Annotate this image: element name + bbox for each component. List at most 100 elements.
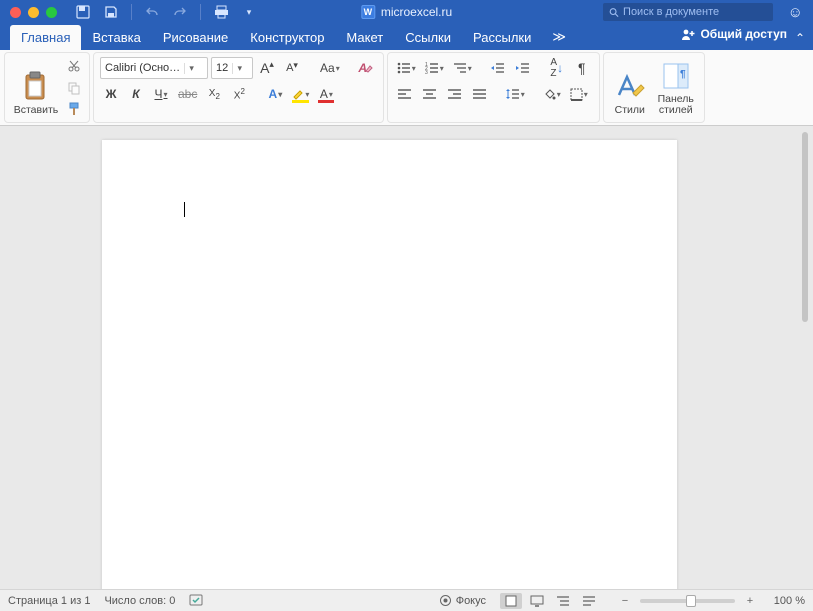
tabs-overflow-button[interactable]: ≫ [542,24,576,50]
focus-target-icon [439,594,452,607]
undo-icon[interactable] [144,4,160,20]
font-color-button[interactable]: A▾ [315,83,337,105]
tab-design[interactable]: Конструктор [239,25,335,50]
status-page[interactable]: Страница 1 из 1 [8,595,90,607]
increase-indent-button[interactable] [512,57,534,79]
outline-view-button[interactable] [552,593,574,609]
pilcrow-label: ¶ [578,60,586,76]
decrease-indent-button[interactable] [487,57,509,79]
styles-icon [615,69,645,105]
bullet-list-icon [397,62,411,74]
print-icon[interactable] [213,4,229,20]
copy-icon [67,81,81,95]
grow-font-button[interactable]: A▴ [256,57,278,79]
tab-mailings[interactable]: Рассылки [462,25,542,50]
numbering-button[interactable]: 123▾ [422,57,447,79]
borders-button[interactable]: ▾ [567,83,591,105]
paste-label: Вставить [14,105,59,117]
chevron-down-icon: ▾ [184,63,198,74]
tab-references[interactable]: Ссылки [394,25,462,50]
italic-button[interactable]: К [125,83,147,105]
search-box[interactable] [603,3,773,21]
font-name-value: Calibri (Осно… [101,62,184,74]
vertical-scrollbar[interactable] [799,132,811,583]
bullets-button[interactable]: ▾ [394,57,419,79]
status-spellcheck[interactable] [189,594,205,608]
borders-icon [570,88,583,101]
paste-button[interactable]: Вставить [9,56,63,119]
status-focus[interactable]: Фокус [439,594,486,607]
qat-chevron-icon[interactable]: ▾ [241,4,257,20]
print-layout-view-button[interactable] [500,593,522,609]
subscript-button[interactable]: X2 [203,83,225,105]
scrollbar-thumb[interactable] [802,132,808,322]
multilevel-list-icon [453,62,467,74]
font-size-combo[interactable]: 12▾ [211,57,253,79]
tab-draw[interactable]: Рисование [152,25,239,50]
strikethrough-button[interactable]: abc [175,83,200,105]
bold-button[interactable]: Ж [100,83,122,105]
web-layout-view-button[interactable] [526,593,548,609]
align-left-button[interactable] [394,83,416,105]
zoom-level-label[interactable]: 100 % [765,595,805,607]
copy-button[interactable] [63,78,85,98]
status-bar: Страница 1 из 1 Число слов: 0 Фокус − + … [0,589,813,611]
group-font: Calibri (Осно…▾ 12▾ A▴ A▾ Aa▾ A Ж К Ч▾ a… [93,52,384,123]
close-window-button[interactable] [10,7,21,18]
document-title: W microexcel.ru [361,5,452,19]
font-size-value: 12 [212,62,232,74]
show-hide-marks-button[interactable]: ¶ [571,57,593,79]
multilevel-list-button[interactable]: ▾ [450,57,475,79]
cut-button[interactable] [63,56,85,76]
text-effects-label: A [269,87,278,101]
save-icon[interactable] [103,4,119,20]
superscript-button[interactable]: X2 [228,83,250,105]
justify-button[interactable] [469,83,491,105]
feedback-smiley-icon[interactable]: ☺ [788,4,803,21]
change-case-button[interactable]: Aa▾ [317,57,343,79]
styles-button[interactable]: Стили [608,56,652,119]
zoom-in-button[interactable]: + [739,593,761,609]
font-row-1: Calibri (Осно…▾ 12▾ A▴ A▾ Aa▾ A [100,57,377,79]
underline-button[interactable]: Ч▾ [150,83,172,105]
line-spacing-button[interactable]: ▾ [503,83,528,105]
sort-button[interactable]: AZ↓ [546,57,568,79]
highlighter-icon [292,88,304,100]
zoom-window-button[interactable] [46,7,57,18]
status-word-count[interactable]: Число слов: 0 [104,595,175,607]
format-painter-button[interactable] [63,99,85,119]
tab-home[interactable]: Главная [10,25,81,50]
share-button[interactable]: Общий доступ [681,27,787,41]
text-effects-button[interactable]: A▾ [264,83,286,105]
document-page[interactable] [102,140,677,589]
window-controls [0,7,57,18]
shading-button[interactable]: ▾ [540,83,564,105]
autosave-icon[interactable] [75,4,91,20]
clear-formatting-button[interactable]: A [355,57,377,79]
ribbon-tabs: Главная Вставка Рисование Конструктор Ма… [0,24,813,50]
search-input[interactable] [623,6,767,18]
redo-icon[interactable] [172,4,188,20]
draft-view-button[interactable] [578,593,600,609]
zoom-out-button[interactable]: − [614,593,636,609]
tab-label: Вставка [92,30,140,45]
styles-label: Стили [615,105,645,117]
shrink-font-button[interactable]: A▾ [281,57,303,79]
eraser-icon [365,63,373,73]
group-styles: Стили ¶ Панель стилей [603,52,705,123]
tab-layout[interactable]: Макет [335,25,394,50]
styles-pane-button[interactable]: ¶ Панель стилей [652,56,700,119]
minimize-window-button[interactable] [28,7,39,18]
font-name-combo[interactable]: Calibri (Осно…▾ [100,57,208,79]
tab-insert[interactable]: Вставка [81,25,151,50]
zoom-slider[interactable] [640,599,735,603]
document-name-label: microexcel.ru [381,5,452,19]
zoom-controls: − + 100 % [614,593,805,609]
collapse-ribbon-chevron-icon[interactable]: ⌃ [795,31,805,45]
strike-label: abc [178,87,197,101]
align-center-button[interactable] [419,83,441,105]
align-right-button[interactable] [444,83,466,105]
highlight-color-button[interactable]: ▾ [289,83,312,105]
zoom-slider-thumb[interactable] [686,595,696,607]
tab-label: Главная [21,30,70,45]
